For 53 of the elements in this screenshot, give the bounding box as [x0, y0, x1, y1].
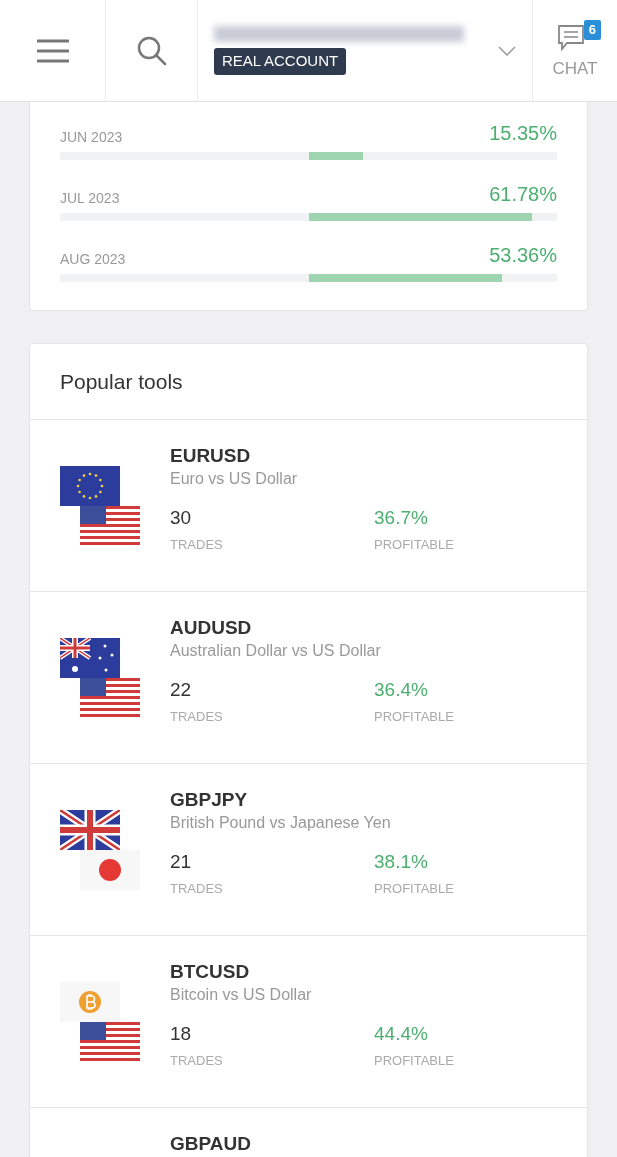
unread-count-badge: 6 [583, 20, 601, 40]
chat-button[interactable]: 6 CHAT [533, 0, 617, 101]
instrument-symbol: GBPJPY [170, 788, 249, 812]
chevron-down-icon [498, 45, 516, 56]
uk-flag-icon [60, 810, 120, 850]
month-label: AUG 2023 [60, 250, 126, 269]
us-flag-icon [80, 678, 140, 718]
instrument-symbol: GBPAUD [170, 1132, 252, 1156]
trades-count: 18 [170, 1022, 193, 1046]
instrument-row[interactable]: AUDUSD Australian Dollar vs US Dollar 22 TRADES 36.4% PROFITABLE [30, 592, 587, 764]
profitable-percent: 36.4% [374, 678, 429, 702]
instrument-symbol: BTCUSD [170, 960, 251, 984]
profitable-percent: 36.7% [374, 506, 429, 530]
profitable-label: PROFITABLE [374, 1051, 454, 1070]
percent-value: 15.35% [489, 121, 557, 146]
profitable-label: PROFITABLE [374, 535, 454, 554]
trades-count: 30 [170, 506, 193, 530]
instrument-name: Australian Dollar vs US Dollar [170, 641, 382, 661]
percent-value: 61.78% [489, 182, 557, 207]
percent-value: 53.36% [489, 243, 557, 268]
instrument-name: British Pound vs Japanese Yen [170, 813, 392, 833]
us-flag-icon [80, 1022, 140, 1062]
instrument-row[interactable]: EURUSD Euro vs US Dollar 30 TRADES 36.7% PROFITABLE [30, 420, 587, 592]
search-icon [135, 34, 168, 67]
profitable-label: PROFITABLE [374, 707, 454, 726]
instrument-name: Bitcoin vs US Dollar [170, 985, 313, 1005]
chat-label: CHAT [552, 60, 598, 77]
trades-count: 21 [170, 850, 193, 874]
menu-icon [36, 37, 69, 64]
trades-label: TRADES [170, 879, 224, 898]
instrument-symbol: AUDUSD [170, 616, 253, 640]
instrument-row[interactable]: BTCUSD Bitcoin vs US Dollar 18 TRADES 44.4% PROFITABLE [30, 936, 587, 1108]
japan-flag-icon [80, 850, 140, 890]
australia-flag-icon [60, 638, 120, 678]
trades-label: TRADES [170, 1051, 224, 1070]
profitable-percent: 38.1% [374, 850, 429, 874]
month-label: JUN 2023 [60, 128, 123, 147]
account-selector[interactable]: REAL ACCOUNT [198, 0, 533, 101]
profitable-label: PROFITABLE [374, 879, 454, 898]
profitable-percent: 44.4% [374, 1022, 429, 1046]
us-flag-icon [80, 506, 140, 546]
trades-count: 22 [170, 678, 193, 702]
instrument-row[interactable]: GBPAUD [30, 1108, 587, 1157]
instrument-name: Euro vs US Dollar [170, 469, 299, 489]
instrument-row[interactable]: GBPJPY British Pound vs Japanese Yen 21 TRADES 38.1% PROFITABLE [30, 764, 587, 936]
account-type-badge: REAL ACCOUNT [214, 48, 347, 75]
section-title: Popular tools [30, 344, 587, 420]
instrument-symbol: EURUSD [170, 444, 252, 468]
trades-label: TRADES [170, 707, 224, 726]
eu-flag-icon [60, 466, 120, 506]
bitcoin-icon [60, 982, 120, 1022]
month-label: JUL 2023 [60, 189, 120, 208]
trades-label: TRADES [170, 535, 224, 554]
